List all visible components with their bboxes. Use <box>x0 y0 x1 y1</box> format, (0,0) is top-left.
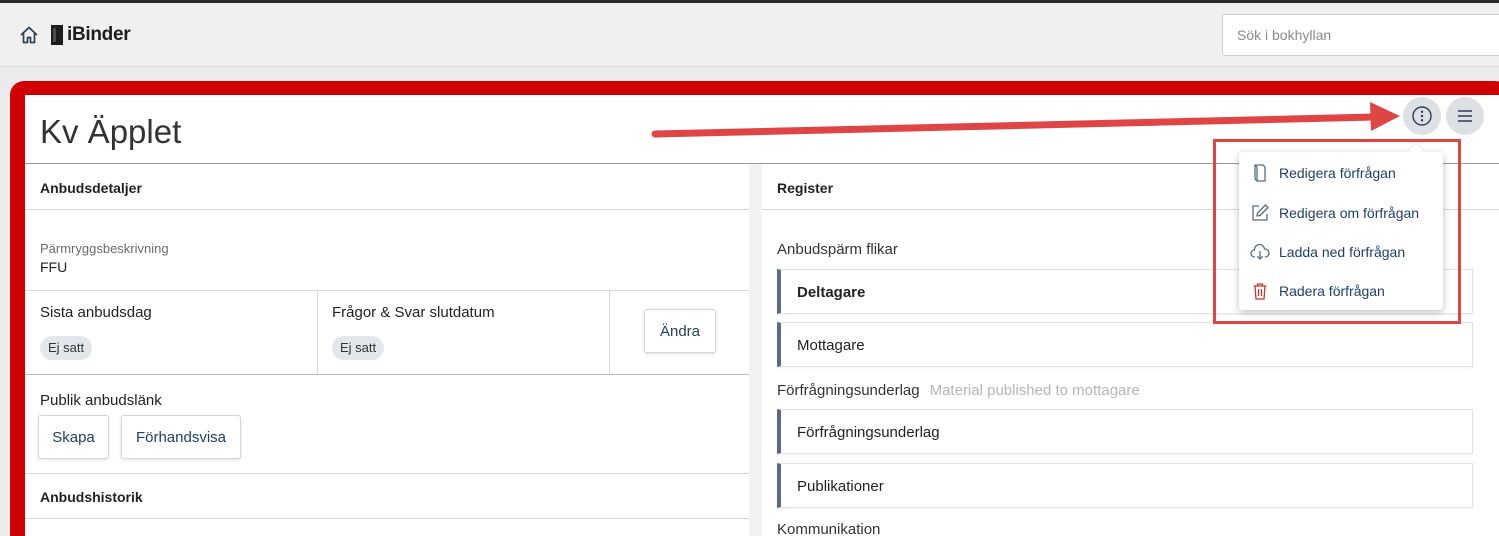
ibinder-logo[interactable]: iBinder <box>50 22 131 48</box>
register-item-label: Deltagare <box>797 284 866 301</box>
info-menu-button[interactable] <box>1403 97 1441 135</box>
hamburger-icon <box>1458 110 1472 122</box>
home-icon[interactable] <box>18 24 40 46</box>
menu-item-edit-request[interactable]: Redigera förfrågan <box>1239 153 1443 192</box>
spine-label: Pärmryggsbeskrivning <box>40 241 169 256</box>
documents-group-note: Material published to mottagare <box>929 382 1140 399</box>
create-link-button[interactable]: Skapa <box>38 415 109 459</box>
menu-item-re-edit-request[interactable]: Redigera om förfrågan <box>1239 193 1443 232</box>
menu-item-label: Radera förfrågan <box>1279 283 1385 299</box>
last-day-status-badge: Ej satt <box>40 336 93 360</box>
binder-logo-icon <box>51 25 63 45</box>
public-link-label: Publik anbudslänk <box>40 392 162 409</box>
spine-value: FFU <box>40 259 68 275</box>
divider <box>317 290 318 374</box>
details-column: Anbudsdetaljer Pärmryggsbeskrivning FFU … <box>25 164 749 536</box>
qa-end-status-badge: Ej satt <box>332 336 385 360</box>
cloud-download-icon <box>1249 241 1271 263</box>
actions-dropdown-menu: Redigera förfrågan Redigera om förfrågan… <box>1239 152 1443 310</box>
hamburger-menu-button[interactable] <box>1446 97 1484 135</box>
divider <box>25 290 749 291</box>
search-input[interactable] <box>1222 14 1499 56</box>
divider <box>609 290 610 374</box>
binder-tabs-label: Anbudspärm flikar <box>777 241 898 258</box>
menu-item-download-request[interactable]: Ladda ned förfrågan <box>1239 232 1443 271</box>
register-item-mottagare[interactable]: Mottagare <box>777 322 1473 367</box>
page-title: Kv Äpplet <box>40 113 182 150</box>
menu-item-label: Redigera förfrågan <box>1279 165 1396 181</box>
documents-group-title: Förfrågningsunderlag <box>777 382 920 399</box>
binder-icon <box>1249 162 1271 184</box>
history-heading: Anbudshistorik <box>40 489 143 505</box>
qa-end-label: Frågor & Svar slutdatum <box>332 304 495 321</box>
last-day-label: Sista anbudsdag <box>40 304 152 321</box>
documents-group-label: Förfrågningsunderlag Material published t… <box>777 382 1140 399</box>
communication-group-label: Kommunikation <box>777 521 881 536</box>
top-bar: iBinder <box>0 3 1499 67</box>
menu-item-label: Ladda ned förfrågan <box>1279 244 1406 260</box>
menu-item-delete-request[interactable]: Radera förfrågan <box>1239 271 1443 310</box>
details-heading: Anbudsdetaljer <box>40 180 142 196</box>
preview-button[interactable]: Förhandsvisa <box>121 415 241 459</box>
details-header: Anbudsdetaljer <box>25 164 749 210</box>
divider <box>25 374 749 375</box>
trash-icon <box>1249 280 1271 302</box>
column-gap <box>749 164 762 536</box>
register-item-label: Publikationer <box>797 478 884 495</box>
register-item-label: Förfrågningsunderlag <box>797 424 940 441</box>
register-item-publikationer[interactable]: Publikationer <box>777 463 1473 508</box>
history-header: Anbudshistorik <box>25 473 749 519</box>
change-dates-button[interactable]: Ändra <box>644 309 716 353</box>
register-item-label: Mottagare <box>797 337 865 354</box>
register-item-forfragningsunderlag[interactable]: Förfrågningsunderlag <box>777 409 1473 454</box>
edit-icon <box>1249 202 1271 224</box>
more-vertical-icon <box>1412 106 1432 126</box>
menu-item-label: Redigera om förfrågan <box>1279 205 1420 221</box>
logo-text: iBinder <box>67 24 131 45</box>
register-heading: Register <box>777 180 834 196</box>
